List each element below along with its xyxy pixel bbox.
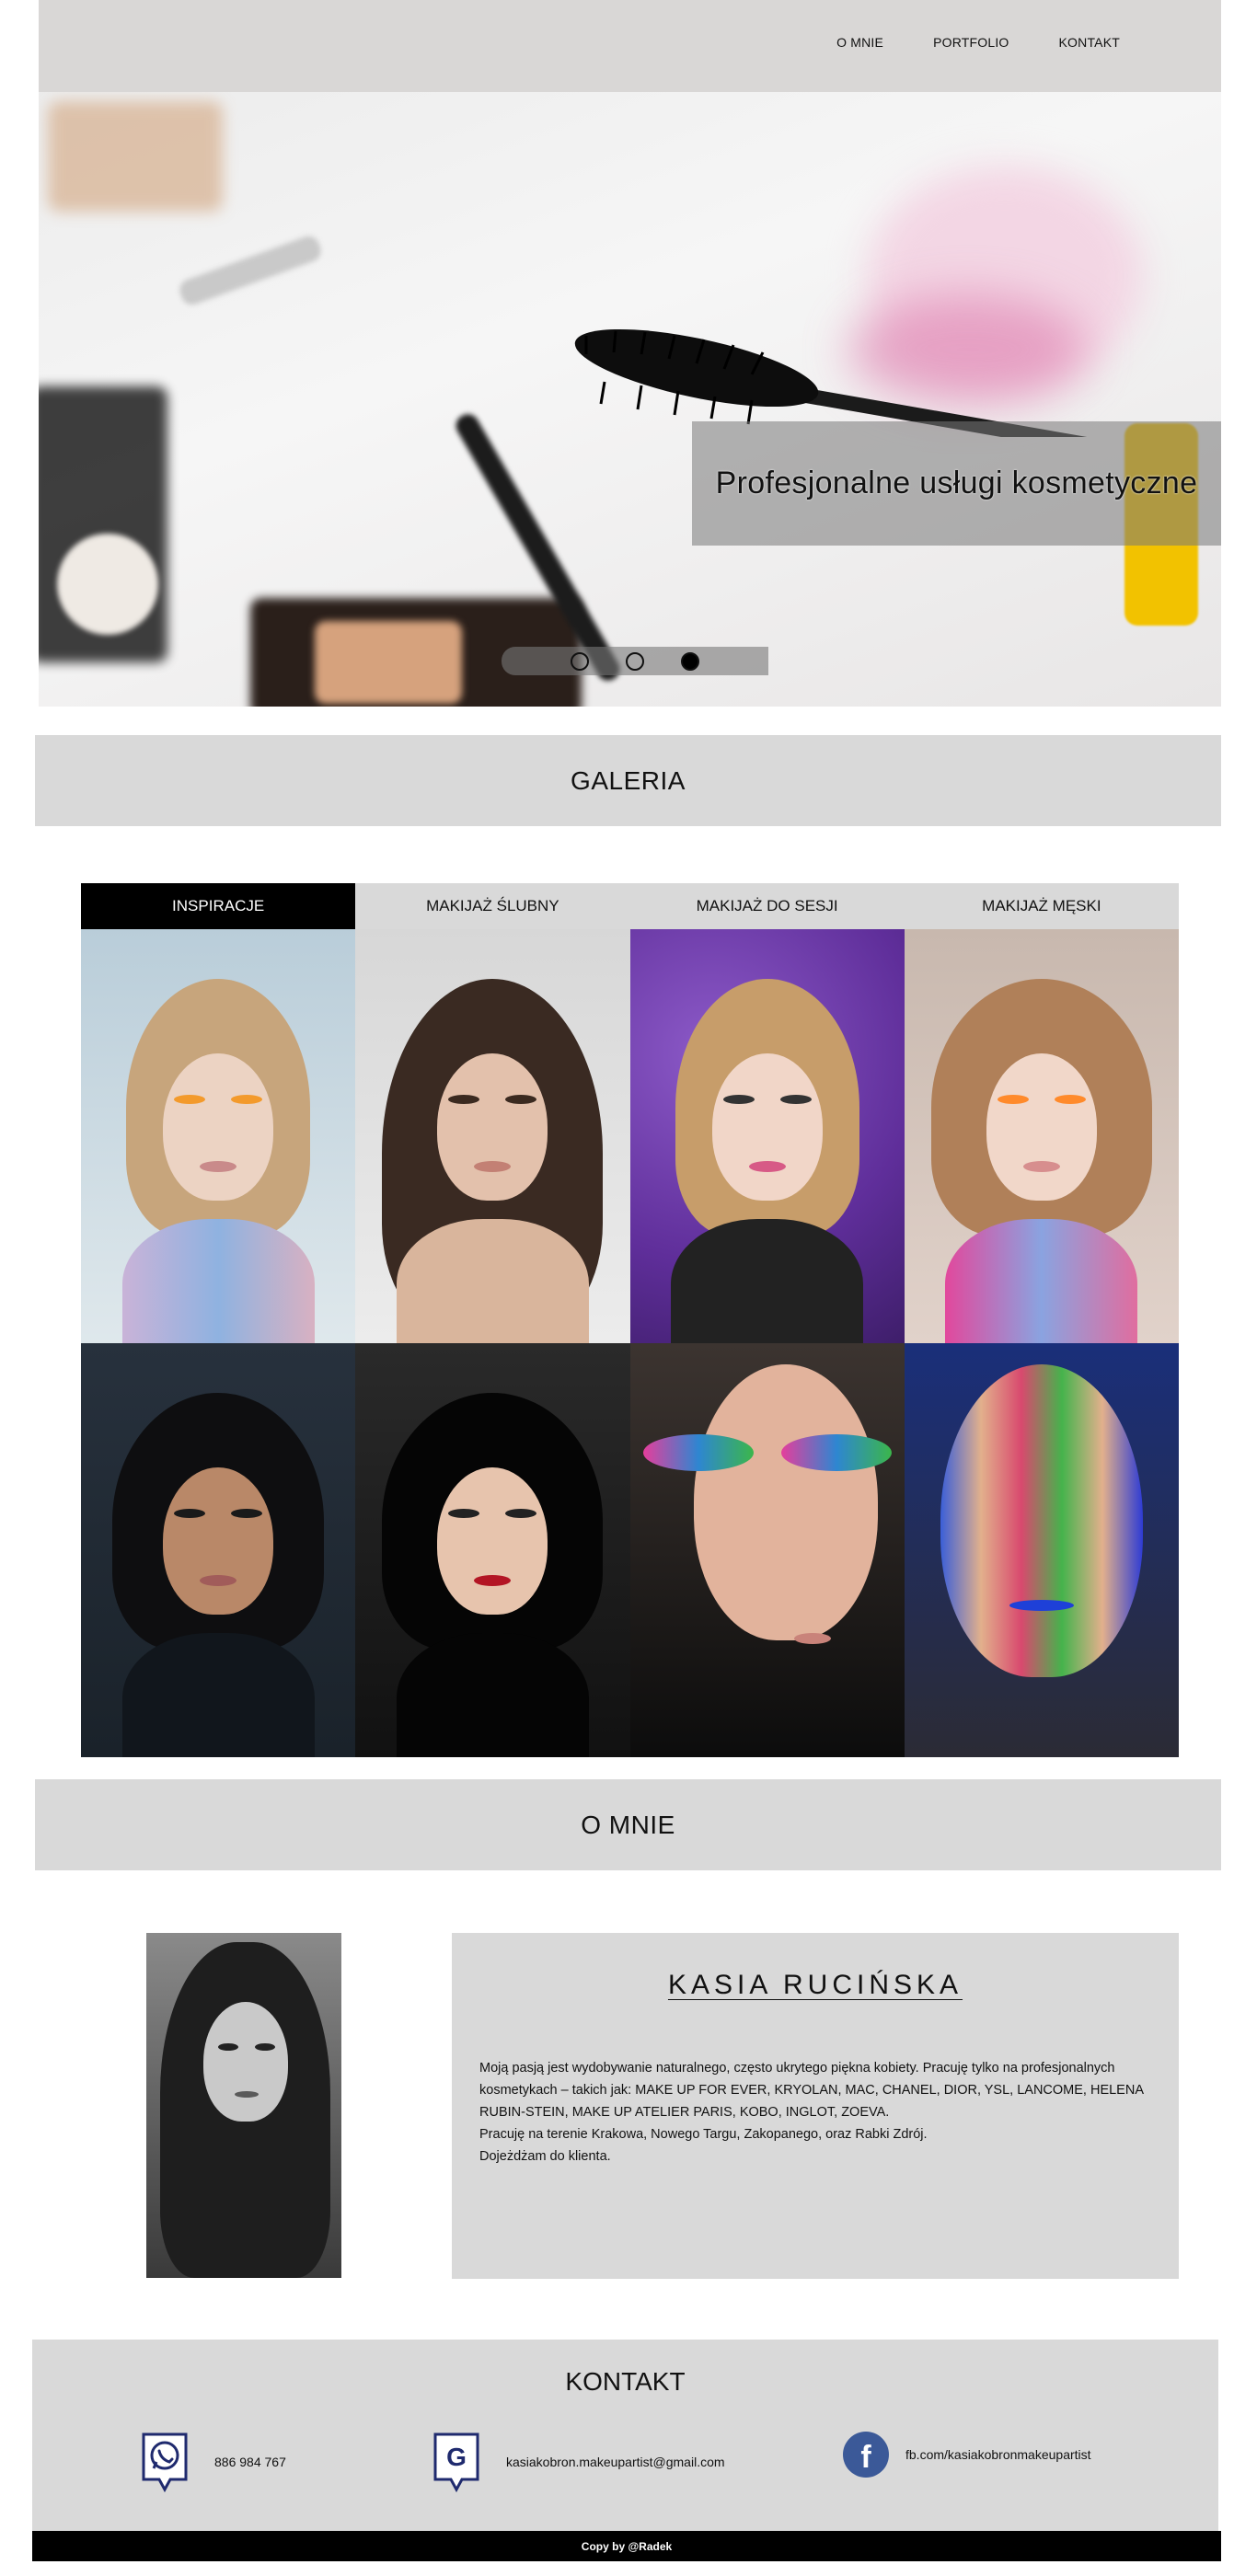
about-portrait xyxy=(146,1933,341,2278)
galeria-header: GALERIA xyxy=(35,735,1221,826)
slider-dots xyxy=(502,647,768,675)
gallery-photo-5[interactable] xyxy=(81,1343,356,1757)
gallery-photo-4[interactable] xyxy=(904,929,1179,1343)
about-name: KASIA RUCIŃSKA xyxy=(667,1970,963,2000)
hero-caption: Profesjonalne usługi kosmetyczne xyxy=(715,466,1198,500)
gallery-tabs: INSPIRACJE MAKIJAŻ ŚLUBNY MAKIJAŻ DO SES… xyxy=(81,883,1179,929)
contact-section: KONTAKT 886 984 767 G kasiakobron.makeup… xyxy=(32,2340,1218,2531)
hero-caption-box: Profesjonalne usługi kosmetyczne xyxy=(692,421,1221,546)
hero-bg-powder-pan xyxy=(57,534,158,635)
slider-dot-2[interactable] xyxy=(626,651,644,671)
phone-number[interactable]: 886 984 767 xyxy=(214,2455,286,2469)
contact-title: KONTAKT xyxy=(565,2367,686,2396)
about-paragraph-1: Moją pasją jest wydobywanie naturalnego,… xyxy=(479,2061,1144,2120)
facebook-icon: f xyxy=(843,2432,889,2478)
contact-facebook: f fb.com/kasiakobronmakeupartist xyxy=(843,2432,1091,2478)
nav-link-o-mnie[interactable]: O MNIE xyxy=(836,35,883,50)
nav-links: O MNIE PORTFOLIO KONTAKT xyxy=(787,35,1120,50)
tab-inspiracje[interactable]: INSPIRACJE xyxy=(81,883,356,929)
gallery-photo-7[interactable] xyxy=(629,1343,905,1757)
contact-email: G kasiakobron.makeupartist@gmail.com xyxy=(432,2432,725,2492)
email-address[interactable]: kasiakobron.makeupartist@gmail.com xyxy=(506,2455,725,2469)
hero-bg-palette-color xyxy=(315,621,462,704)
svg-text:G: G xyxy=(446,2443,467,2471)
gallery-photo-8[interactable] xyxy=(904,1343,1179,1757)
top-nav: O MNIE PORTFOLIO KONTAKT xyxy=(39,0,1221,92)
slider-dot-3[interactable] xyxy=(681,651,699,671)
google-pin-icon: G xyxy=(433,2432,479,2492)
gallery-photo-3[interactable] xyxy=(629,929,905,1343)
o-mnie-title: O MNIE xyxy=(581,1810,675,1839)
about-box: KASIA RUCIŃSKA Moją pasją jest wydobywan… xyxy=(452,1933,1179,2279)
hero-bg-compact-powder xyxy=(48,101,223,212)
nav-link-portfolio[interactable]: PORTFOLIO xyxy=(933,35,1009,50)
galeria-title: GALERIA xyxy=(571,765,686,795)
gallery-photo-6[interactable] xyxy=(355,1343,630,1757)
facebook-link[interactable]: fb.com/kasiakobronmakeupartist xyxy=(905,2447,1091,2462)
tab-makijaz-do-sesji[interactable]: MAKIJAŻ DO SESJI xyxy=(630,883,905,929)
gallery-photo-2[interactable] xyxy=(355,929,630,1343)
tab-makijaz-slubny[interactable]: MAKIJAŻ ŚLUBNY xyxy=(355,883,629,929)
contact-phone: 886 984 767 xyxy=(141,2432,286,2492)
nav-link-kontakt[interactable]: KONTAKT xyxy=(1059,35,1120,50)
hero-slider: Profesjonalne usługi kosmetyczne xyxy=(39,92,1221,707)
footer: Copy by @Radek xyxy=(32,2531,1221,2561)
hero-bg-brush xyxy=(177,233,324,308)
about-text: Moją pasją jest wydobywanie naturalnego,… xyxy=(479,2057,1156,2168)
o-mnie-header: O MNIE xyxy=(35,1779,1221,1870)
whatsapp-pin-icon xyxy=(142,2432,188,2492)
footer-copy: Copy by @Radek xyxy=(581,2539,673,2553)
tab-makijaz-meski[interactable]: MAKIJAŻ MĘSKI xyxy=(905,883,1179,929)
gallery-grid xyxy=(81,929,1179,1757)
about-paragraph-3: Dojeżdżam do klienta. xyxy=(479,2149,611,2164)
about-paragraph-2: Pracuję na terenie Krakowa, Nowego Targu… xyxy=(479,2127,928,2142)
mascara-wand-image xyxy=(574,328,1088,437)
slider-dot-1[interactable] xyxy=(571,651,589,671)
gallery-photo-1[interactable] xyxy=(81,929,356,1343)
